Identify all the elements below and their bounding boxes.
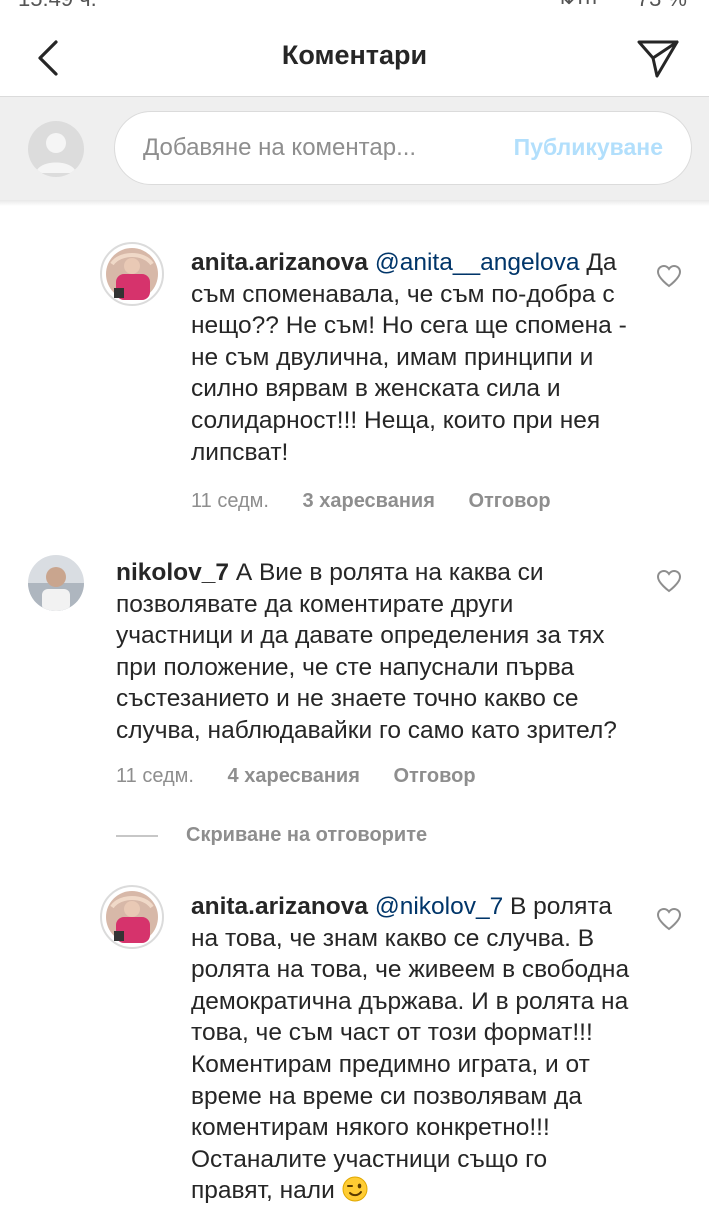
- winking-face-icon: [342, 1176, 368, 1202]
- comment-username[interactable]: nikolov_7: [116, 559, 229, 586]
- profile-photo: [28, 555, 84, 611]
- send-icon[interactable]: [636, 36, 680, 80]
- battery-level: 73 %: [637, 0, 687, 12]
- reply-button[interactable]: Отговор: [393, 765, 475, 787]
- comment-body: В ролята на това, че знам какво се случв…: [191, 893, 630, 1205]
- comment-text: anita.arizanova @nikolov_7 В ролята на т…: [191, 891, 631, 1207]
- comment-mention[interactable]: @nikolov_7: [375, 893, 503, 920]
- user-avatar: [28, 121, 84, 177]
- comment-body: Да съм споменавала, че съм по-добра с не…: [191, 249, 627, 466]
- divider-line: [116, 835, 158, 837]
- comment-composer: Добавяне на коментар... Публикуване: [0, 96, 709, 202]
- profile-photo: [106, 248, 158, 300]
- top-bar: Коментари: [0, 14, 709, 98]
- comment-username[interactable]: anita.arizanova: [191, 249, 368, 276]
- comment-mention[interactable]: @anita__angelova: [375, 249, 580, 276]
- comment-body: А Вие в ролята на каква си позволявате д…: [116, 559, 617, 744]
- page-title: Коментари: [281, 40, 428, 70]
- comment-likes[interactable]: 4 харесвания: [228, 765, 360, 787]
- comment-likes[interactable]: 3 харесвания: [303, 490, 435, 512]
- scroll-shadow: [0, 200, 709, 206]
- avatar[interactable]: [100, 242, 164, 306]
- comment-meta: 11 седм. 3 харесвания Отговор: [191, 490, 579, 513]
- comment-input-placeholder: Добавяне на коментар...: [143, 134, 417, 161]
- status-bar: 15:49 ч. ⇅ıll 73 %: [0, 0, 709, 14]
- hide-replies-label: Скриване на отговорите: [186, 824, 428, 846]
- comment-text: nikolov_7 А Вие в ролята на каква си поз…: [116, 557, 636, 747]
- comment-text: anita.arizanova @anita__angelova Да съм …: [191, 247, 631, 468]
- status-time: 15:49 ч.: [18, 0, 97, 12]
- profile-photo: [106, 891, 158, 943]
- avatar[interactable]: [28, 555, 84, 611]
- comment-input[interactable]: Добавяне на коментар... Публикуване: [114, 111, 692, 185]
- heart-icon[interactable]: [656, 907, 682, 931]
- comment-time: 11 седм.: [191, 490, 269, 512]
- signal-icon: ⇅ıll: [557, 0, 599, 10]
- default-avatar-icon: [36, 133, 76, 173]
- comment-username[interactable]: anita.arizanova: [191, 893, 368, 920]
- comment-meta: 11 седм. 4 харесвания Отговор: [116, 765, 504, 788]
- heart-icon[interactable]: [656, 569, 682, 593]
- heart-icon[interactable]: [656, 264, 682, 288]
- post-button[interactable]: Публикуване: [514, 134, 663, 161]
- avatar[interactable]: [100, 885, 164, 949]
- reply-button[interactable]: Отговор: [468, 490, 550, 512]
- comment-time: 11 седм.: [116, 765, 194, 787]
